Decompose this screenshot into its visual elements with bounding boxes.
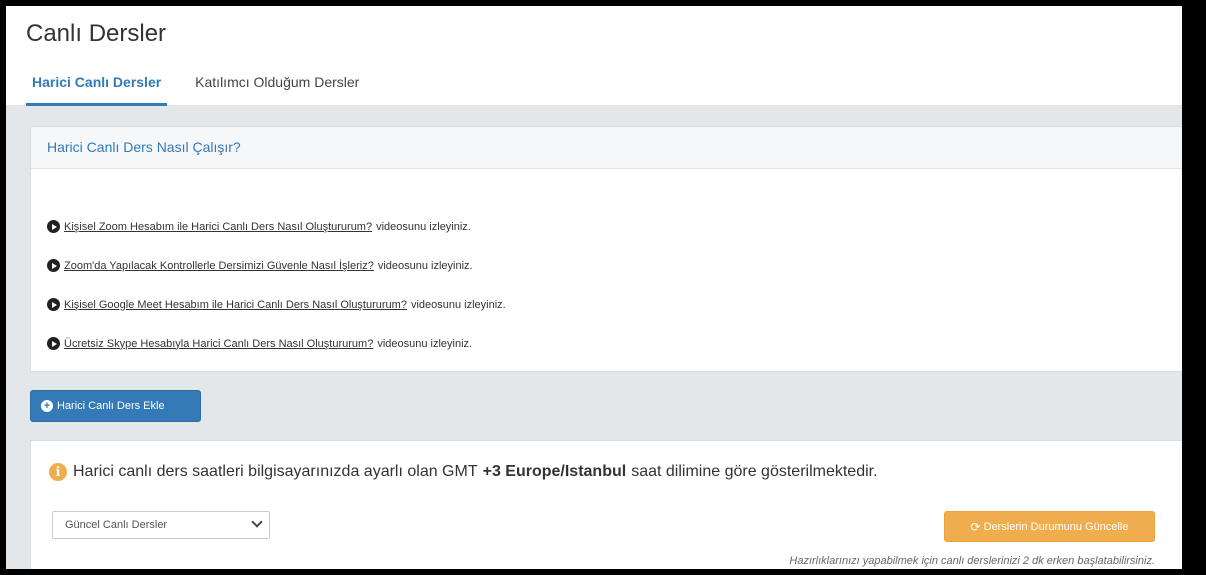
video-link-zoom[interactable]: Kişisel Zoom Hesabım ile Harici Canlı De… bbox=[64, 221, 372, 233]
tab-harici-canli-dersler[interactable]: Harici Canlı Dersler bbox=[26, 68, 168, 106]
video-link-google-meet[interactable]: Kişisel Google Meet Hesabım ile Harici C… bbox=[64, 299, 407, 311]
play-circle-icon bbox=[47, 259, 60, 272]
early-start-hint: Hazırlıklarınızı yapabilmek için canlı d… bbox=[789, 555, 1155, 567]
add-external-lesson-label: Harici Canlı Ders Ekle bbox=[57, 400, 165, 412]
timezone-notice-suffix: saat dilimine göre gösterilmektedir. bbox=[631, 463, 878, 480]
timezone-value: +3 Europe/Istanbul bbox=[482, 463, 627, 480]
tab-katilimci-oldugum-dersler[interactable]: Katılımcı Olduğum Dersler bbox=[189, 68, 365, 106]
video-link-skype[interactable]: Ücretsiz Skype Hesabıyla Harici Canlı De… bbox=[64, 338, 373, 350]
timezone-notice-text: Harici canlı ders saatleri bilgisayarını… bbox=[73, 463, 478, 480]
play-circle-icon bbox=[47, 298, 60, 311]
video-link-zoom-controls[interactable]: Zoom'da Yapılacak Kontrollerle Dersimizi… bbox=[64, 260, 374, 272]
how-it-works-panel: Harici Canlı Ders Nasıl Çalışır? Kişisel… bbox=[30, 126, 1182, 372]
video-suffix: videosunu izleyiniz. bbox=[410, 298, 506, 311]
video-item: Kişisel Google Meet Hesabım ile Harici C… bbox=[31, 285, 1182, 324]
update-lessons-status-button[interactable]: ⟳ Derslerin Durumunu Güncelle bbox=[944, 511, 1155, 542]
video-suffix: videosunu izleyiniz. bbox=[377, 337, 473, 350]
page-title: Canlı Dersler bbox=[26, 20, 167, 47]
play-circle-icon bbox=[47, 337, 60, 350]
video-list: Kişisel Zoom Hesabım ile Harici Canlı De… bbox=[31, 169, 1182, 363]
lessons-filter-value: Güncel Canlı Dersler bbox=[65, 519, 168, 531]
page-header: Canlı Dersler Harici Canlı Dersler Katıl… bbox=[6, 6, 1182, 106]
lessons-filter-select[interactable]: Güncel Canlı Dersler bbox=[52, 511, 270, 539]
info-icon: i bbox=[49, 463, 67, 481]
video-item: Zoom'da Yapılacak Kontrollerle Dersimizi… bbox=[31, 246, 1182, 285]
add-external-lesson-button[interactable]: + Harici Canlı Ders Ekle bbox=[30, 390, 201, 422]
video-item: Ücretsiz Skype Hesabıyla Harici Canlı De… bbox=[31, 324, 1182, 363]
plus-circle-icon: + bbox=[41, 400, 53, 412]
timezone-notice: i Harici canlı ders saatleri bilgisayarı… bbox=[49, 463, 878, 481]
play-circle-icon bbox=[47, 220, 60, 233]
video-suffix: videosunu izleyiniz. bbox=[377, 259, 473, 272]
tab-bar: Harici Canlı Dersler Katılımcı Olduğum D… bbox=[26, 68, 387, 106]
update-lessons-status-label: Derslerin Durumunu Güncelle bbox=[983, 520, 1129, 533]
app-frame: Canlı Dersler Harici Canlı Dersler Katıl… bbox=[6, 6, 1182, 569]
refresh-icon: ⟳ bbox=[970, 519, 981, 534]
chevron-down-icon bbox=[251, 516, 263, 528]
video-item: Kişisel Zoom Hesabım ile Harici Canlı De… bbox=[31, 207, 1182, 246]
video-suffix: videosunu izleyiniz. bbox=[376, 220, 471, 233]
lessons-panel: i Harici canlı ders saatleri bilgisayarı… bbox=[30, 440, 1182, 569]
how-it-works-title: Harici Canlı Ders Nasıl Çalışır? bbox=[31, 127, 1182, 169]
